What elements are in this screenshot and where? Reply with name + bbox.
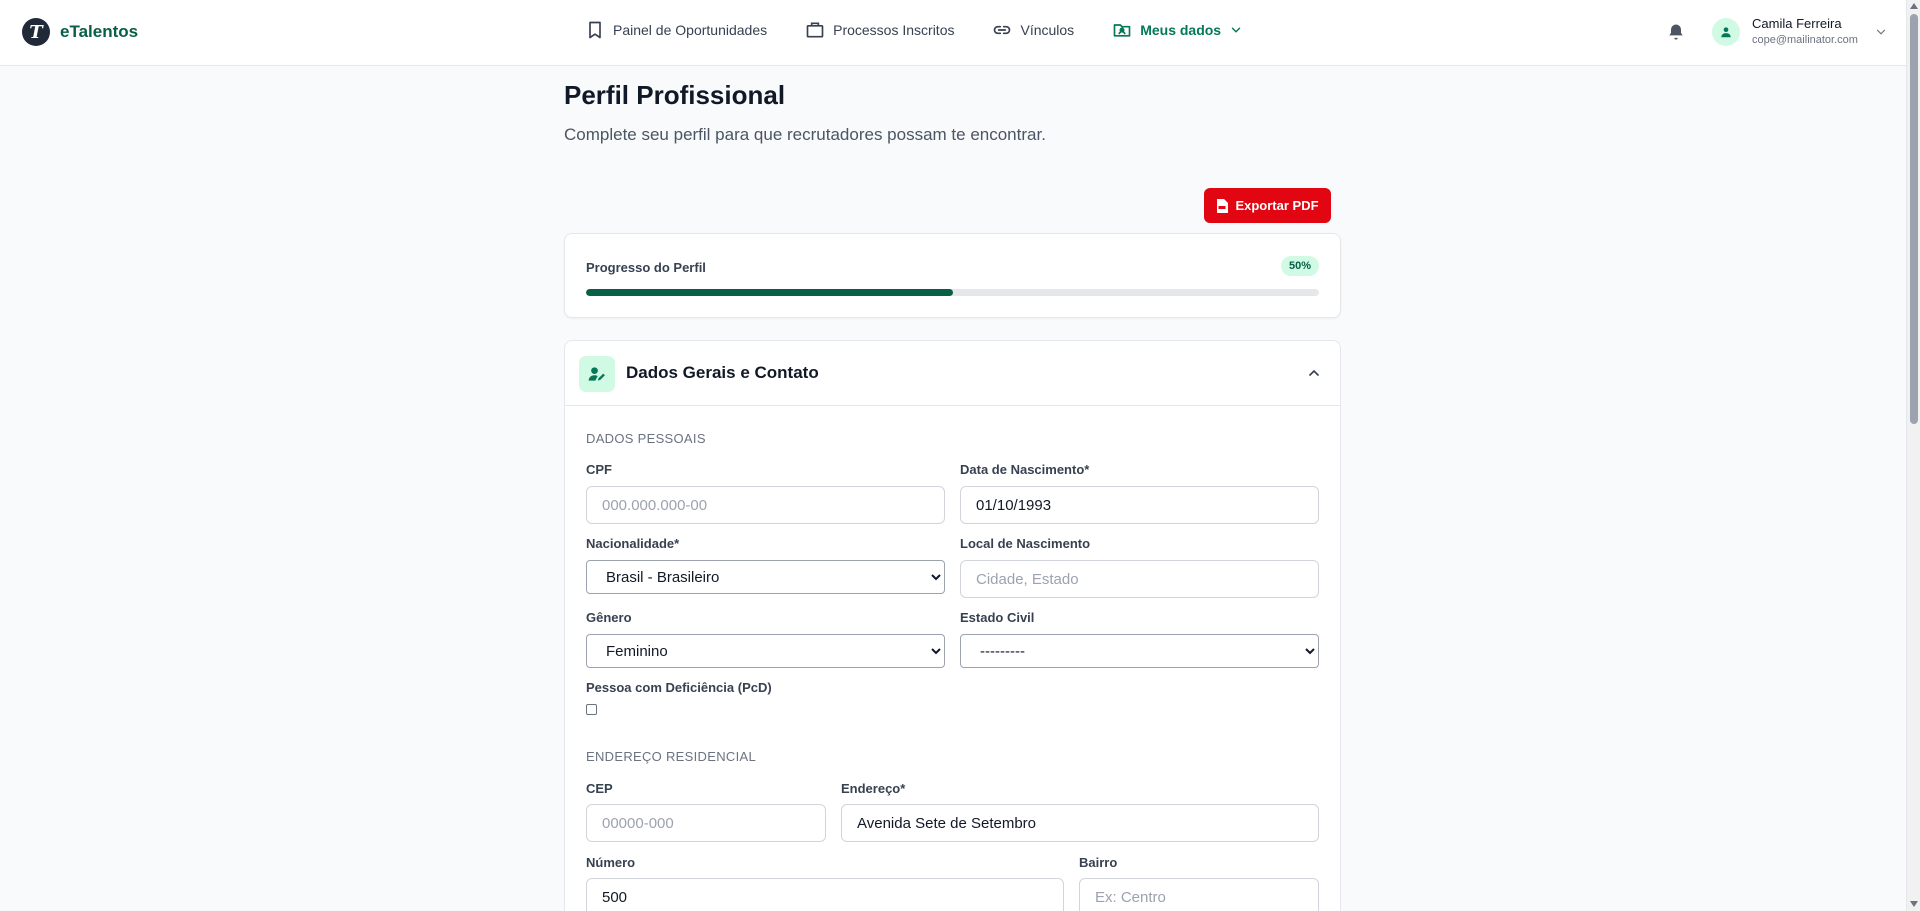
- nav-item-vinculos[interactable]: Vínculos: [992, 20, 1074, 40]
- progress-label: Progresso do Perfil: [586, 260, 706, 275]
- street-label: Endereço*: [841, 781, 906, 796]
- marital-status-select[interactable]: ---------: [960, 634, 1319, 668]
- bell-icon[interactable]: [1666, 22, 1686, 42]
- main-nav: Painel de Oportunidades Processos Inscri…: [585, 20, 1281, 40]
- brand-name: eTalentos: [60, 22, 139, 41]
- marital-status-label: Estado Civil: [960, 610, 1035, 625]
- user-info: Camila Ferreira cope@mailinator.com: [1752, 16, 1858, 48]
- pcd-checkbox[interactable]: [586, 704, 597, 715]
- brand[interactable]: T eTalentos: [22, 18, 138, 46]
- gender-select[interactable]: Feminino: [586, 634, 945, 668]
- section-dados-gerais: Dados Gerais e Contato DADOS PESSOAIS CP…: [564, 340, 1341, 911]
- cpf-input[interactable]: [586, 486, 945, 524]
- group-title-dados-pessoais: DADOS PESSOAIS: [586, 431, 706, 446]
- scroll-down-arrow-icon[interactable]: [1910, 901, 1918, 907]
- user-icon: [1721, 27, 1731, 38]
- birth-date-label: Data de Nascimento*: [960, 462, 1090, 477]
- pdf-file-icon: [1217, 198, 1229, 213]
- nav-item-label: Meus dados: [1140, 22, 1222, 38]
- district-input[interactable]: [1079, 878, 1319, 911]
- pcd-label: Pessoa com Deficiência (PcD): [586, 680, 772, 695]
- page-scrollbar[interactable]: [1906, 0, 1920, 911]
- progress-bar-fill: [586, 289, 953, 296]
- user-name: Camila Ferreira: [1752, 16, 1842, 31]
- link-icon: [994, 25, 1011, 35]
- birth-place-label: Local de Nascimento: [960, 536, 1091, 551]
- bookmark-icon: [589, 21, 601, 39]
- top-navbar: T eTalentos Painel de Oportunidades Proc…: [0, 0, 1906, 66]
- number-input[interactable]: [586, 878, 1064, 911]
- cep-input[interactable]: [586, 804, 826, 842]
- user-edit-icon: [579, 356, 615, 392]
- nationality-label: Nacionalidade*: [586, 536, 680, 551]
- cep-label: CEP: [586, 781, 613, 796]
- chevron-down-icon: [1876, 29, 1886, 35]
- street-input[interactable]: [841, 804, 1319, 842]
- avatar: [1712, 18, 1740, 46]
- nav-item-label: Vínculos: [1020, 22, 1075, 38]
- district-label: Bairro: [1079, 855, 1118, 870]
- page-title: Perfil Profissional: [564, 80, 786, 110]
- gender-label: Gênero: [586, 610, 632, 625]
- user-email: cope@mailinator.com: [1752, 34, 1858, 46]
- profile-progress-card: Progresso do Perfil 50%: [564, 233, 1341, 318]
- folder-user-icon: [1113, 24, 1131, 37]
- nav-item-painel-oportunidades[interactable]: Painel de Oportunidades: [585, 20, 767, 40]
- user-menu[interactable]: Camila Ferreira cope@mailinator.com: [1712, 16, 1888, 48]
- brand-logo: T: [22, 18, 50, 46]
- nav-item-label: Processos Inscritos: [833, 22, 955, 38]
- birth-date-input[interactable]: [960, 486, 1319, 524]
- scroll-up-arrow-icon[interactable]: [1910, 3, 1918, 9]
- export-pdf-button[interactable]: Exportar PDF: [1204, 188, 1331, 223]
- briefcase-icon: [806, 22, 824, 38]
- scroll-thumb[interactable]: [1910, 14, 1918, 424]
- nationality-select[interactable]: Brasil - Brasileiro: [586, 560, 945, 594]
- nav-item-processos-inscritos[interactable]: Processos Inscritos: [805, 20, 954, 40]
- birth-place-input[interactable]: [960, 560, 1319, 598]
- nav-item-meus-dados[interactable]: Meus dados: [1112, 20, 1243, 40]
- page-subtitle: Complete seu perfil para que recrutadore…: [564, 125, 1046, 144]
- export-pdf-label: Exportar PDF: [1235, 198, 1319, 213]
- progress-bar: [586, 289, 1319, 296]
- number-label: Número: [586, 855, 636, 870]
- progress-badge: 50%: [1280, 256, 1319, 276]
- chevron-up-icon[interactable]: [1306, 365, 1322, 381]
- nav-item-label: Painel de Oportunidades: [613, 22, 768, 38]
- cpf-label: CPF: [586, 462, 612, 477]
- section-title: Dados Gerais e Contato: [626, 363, 819, 382]
- group-title-endereco: ENDEREÇO RESIDENCIAL: [586, 749, 756, 764]
- chevron-down-icon: [1231, 27, 1241, 33]
- section-header[interactable]: Dados Gerais e Contato: [565, 341, 1340, 406]
